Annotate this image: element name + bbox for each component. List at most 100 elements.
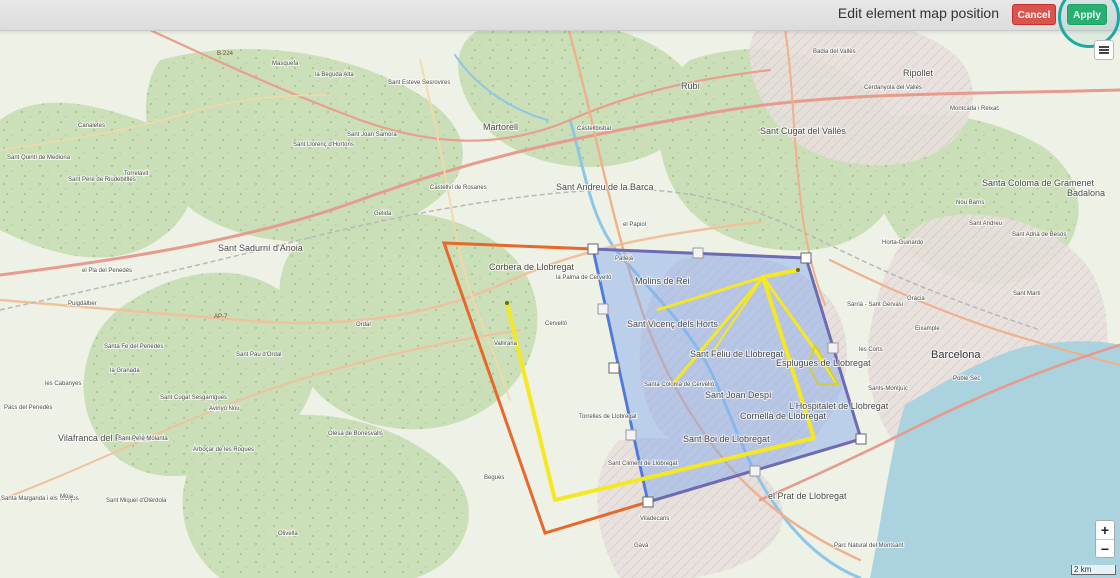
map-label: Sant Joan Samora <box>347 132 397 138</box>
map-label: Olesa de Bonesvalls <box>328 431 383 437</box>
map-label: Santa Coloma de Gramenet <box>982 178 1095 188</box>
map-label: Ordal <box>356 322 371 328</box>
map-label: Sant Joan Despí <box>705 390 772 400</box>
map-label: AP-7 <box>214 314 228 320</box>
map-label: Rubí <box>681 81 701 91</box>
map-label: Sant Pere de Riudebitlles <box>68 177 136 183</box>
map-label: Cervelló <box>545 321 568 327</box>
handle-left-lower[interactable] <box>625 429 637 441</box>
top-toolbar: Edit element map position Cancel Apply <box>0 0 1120 31</box>
map-label: Sant Quintí de Mediona <box>7 155 71 161</box>
map-label: Cornellà de Llobregat <box>740 411 827 421</box>
map-label: Arboçar de les Roques <box>193 447 254 453</box>
map-label: Sant Miquel d'Olèrdola <box>106 498 167 504</box>
layers-button[interactable] <box>1094 40 1114 60</box>
handle-bottom-left[interactable] <box>642 496 654 508</box>
map-label: Moja <box>60 494 74 500</box>
map-label: Sant Cugat del Vallès <box>760 126 846 136</box>
map-label: Sant Feliu de Llobregat <box>690 349 784 359</box>
handle-right-middle[interactable] <box>827 342 839 354</box>
scale-bar: 2 km <box>1071 565 1116 575</box>
map-label: les Corts <box>859 347 883 353</box>
map-label: Badia del Vallès <box>813 49 856 55</box>
map-label: Horta-Guinardó <box>882 240 924 246</box>
map-editor: Edit element map position Cancel Apply M… <box>0 0 1120 578</box>
map-label: Vallirana <box>494 341 518 347</box>
map-label: Gelida <box>374 211 392 217</box>
zoom-in-button[interactable]: + <box>1096 521 1114 539</box>
zoom-out-button[interactable]: − <box>1096 539 1114 557</box>
map-label: el Papiol <box>623 222 646 228</box>
map-label: Sant Boi de Llobregat <box>683 434 770 444</box>
handle-left-middle[interactable] <box>608 362 620 374</box>
handle-top-middle[interactable] <box>692 247 704 259</box>
map-label: Cerdanyola del Vallès <box>864 85 922 91</box>
map-label: Pacs del Penedès <box>4 405 52 411</box>
map-label: Martorell <box>483 122 518 132</box>
map-label: les Cabanyes <box>45 381 81 387</box>
page-title: Edit element map position <box>837 5 999 21</box>
map-label: Sant Climent de Llobregat <box>608 461 678 467</box>
map-label: Castellví de Rosanes <box>430 185 487 191</box>
map-label: la Granada <box>110 368 140 374</box>
map-label: Torrelles de Llobregat <box>579 414 637 420</box>
map-label: Parc Natural del Montsant <box>834 543 904 549</box>
map-label: Molins de Rei <box>635 276 690 286</box>
map-label: Poble Sec <box>953 376 980 382</box>
map-label: Sant Cugat Sesgarrigues <box>160 395 227 401</box>
map-label: Pallejà <box>615 256 634 262</box>
handle-bottom-right[interactable] <box>855 433 867 445</box>
map-label: Torrelavit <box>124 171 149 177</box>
map-label: Montcada i Reixac <box>950 106 999 112</box>
map-view[interactable]: Masquefa B-224 la Beguda Alta Sant Estev… <box>0 0 1120 578</box>
map-label: Barcelona <box>931 349 981 361</box>
handle-top-left[interactable] <box>587 243 599 255</box>
map-label: Santa Fe del Penedès <box>104 344 163 350</box>
map-label: Sant Pau d'Ordal <box>236 352 282 358</box>
handle-bottom-middle[interactable] <box>749 465 761 477</box>
map-label: Sant Esteve Sesrovires <box>388 80 450 86</box>
map-label: Sant Sadurní d'Anoia <box>218 243 303 253</box>
map-label: Sant Martí <box>1013 291 1041 297</box>
yellow-point-start[interactable] <box>505 301 509 305</box>
map-label: Santa Coloma de Cervelló <box>644 382 715 388</box>
map-label: Ripollet <box>903 68 934 78</box>
map-label: Nou Barris <box>956 200 984 206</box>
map-label: Canaletes <box>78 123 105 129</box>
map-label: L'Hospitalet de Llobregat <box>789 401 889 411</box>
map-label: Olivella <box>278 531 298 537</box>
map-label: Sants-Montjuïc <box>868 386 908 392</box>
map-label: Sant Adrià de Besòs <box>1012 232 1066 238</box>
map-label: Avinyó Nou <box>209 406 240 412</box>
map-svg[interactable]: Masquefa B-224 la Beguda Alta Sant Estev… <box>0 0 1120 578</box>
map-label: la Palma de Cervelló <box>556 275 612 281</box>
yellow-point-end[interactable] <box>796 268 800 272</box>
map-label: Corbera de Llobregat <box>489 262 575 272</box>
map-label: Gràcia <box>907 296 925 302</box>
map-label: Castellbisbal <box>577 126 611 132</box>
layers-icon <box>1099 46 1109 54</box>
cancel-button[interactable]: Cancel <box>1012 4 1056 25</box>
map-label: Puigdàlber <box>68 301 97 307</box>
handle-left-upper[interactable] <box>597 303 609 315</box>
apply-button[interactable]: Apply <box>1067 4 1107 25</box>
map-label: Sarrià - Sant Gervasi <box>847 302 903 308</box>
map-label: B-224 <box>217 51 234 57</box>
map-label: el Pla del Penedès <box>82 268 132 274</box>
map-label: Esplugues de Llobregat <box>776 358 871 368</box>
map-label: Sant Vicenç dels Horts <box>627 319 718 329</box>
map-label: Eixample <box>915 326 940 332</box>
zoom-control[interactable]: + − <box>1095 520 1115 558</box>
map-label: Masquefa <box>272 61 299 67</box>
map-label: el Prat de Llobregat <box>768 491 847 501</box>
map-label: Gavà <box>634 543 649 549</box>
map-label: Badalona <box>1067 188 1105 198</box>
map-label: Begues <box>484 475 504 481</box>
map-label: Sant Llorenç d'Hortons <box>293 142 354 148</box>
map-label: Sant Pere Molanta <box>118 436 168 442</box>
handle-top-right[interactable] <box>800 252 812 264</box>
map-label: Viladecans <box>640 516 669 522</box>
map-label: Sant Andreu <box>969 221 1002 227</box>
map-label: la Beguda Alta <box>315 72 354 78</box>
map-label: Sant Andreu de la Barca <box>556 182 654 192</box>
